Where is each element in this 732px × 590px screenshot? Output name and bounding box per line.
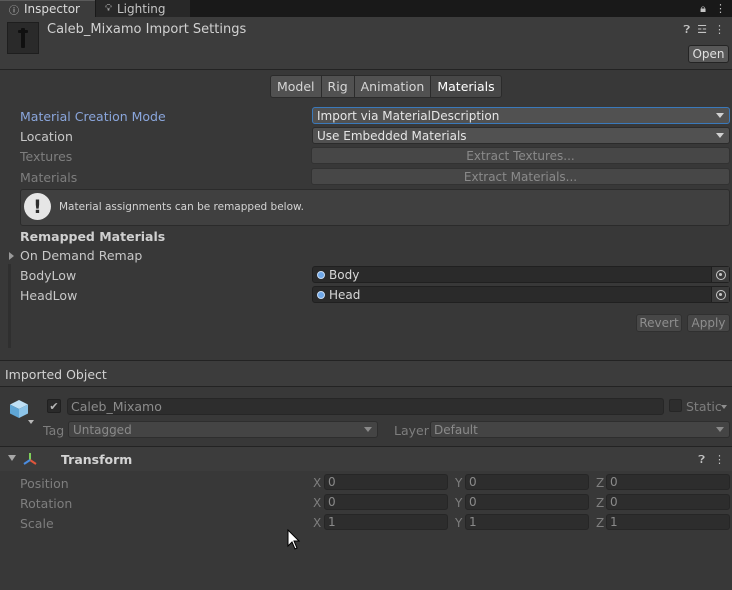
imported-object-title: Imported Object <box>5 367 107 382</box>
chevron-down-icon <box>364 427 372 432</box>
chevron-down-icon <box>716 427 724 432</box>
location-label: Location <box>20 129 73 144</box>
material-creation-mode-dropdown[interactable]: Import via MaterialDescription <box>312 107 730 124</box>
remap-field-body[interactable]: Body <box>312 266 730 283</box>
axis-z-label: Z <box>596 516 605 530</box>
header-controls: ❓︎ ☲ ⋮ <box>684 23 726 37</box>
tab-animation[interactable]: Animation <box>353 75 431 98</box>
rotation-z-field[interactable]: 0 <box>606 494 730 510</box>
axis-z-label: Z <box>596 476 605 490</box>
extract-textures-button[interactable]: Extract Textures... <box>311 147 730 164</box>
info-icon: ⓘ <box>9 5 19 17</box>
material-icon <box>317 271 325 279</box>
object-picker-icon[interactable] <box>711 267 729 282</box>
remapped-materials-heading: Remapped Materials <box>20 229 166 244</box>
position-x-field[interactable]: 0 <box>324 474 448 490</box>
tab-materials[interactable]: Materials <box>430 75 502 98</box>
mouse-cursor-icon <box>287 529 301 550</box>
tag-dropdown[interactable]: Untagged <box>68 421 378 438</box>
textures-label: Textures <box>20 149 73 164</box>
chevron-down-icon <box>716 133 724 138</box>
kebab-menu-icon[interactable]: ⋮ <box>714 23 725 37</box>
tab-lighting-label: Lighting <box>117 1 166 16</box>
object-picker-icon[interactable] <box>711 287 729 302</box>
tab-model[interactable]: Model <box>270 75 321 98</box>
transform-controls: ❓︎ ⋮ <box>698 453 725 467</box>
material-creation-mode-label: Material Creation Mode <box>20 109 166 124</box>
rotation-label: Rotation <box>20 496 73 511</box>
tab-inspector-label: Inspector <box>24 2 80 16</box>
transform-title: Transform <box>61 452 133 467</box>
window-tab-bar: ⓘ Inspector 💡︎ Lighting 🔒︎ ⋮ <box>0 0 732 17</box>
exclamation-icon: ! <box>24 193 51 220</box>
axis-y-label: Y <box>455 516 463 530</box>
tab-rig[interactable]: Rig <box>320 75 354 98</box>
kebab-menu-icon[interactable]: ⋮ <box>715 2 726 15</box>
remap-name-headlow: HeadLow <box>20 288 78 303</box>
page-title: Caleb_Mixamo Import Settings <box>47 22 247 37</box>
axis-x-label: X <box>313 496 322 510</box>
scale-label: Scale <box>20 516 54 531</box>
on-demand-remap-foldout[interactable]: On Demand Remap <box>9 248 142 263</box>
transform-axes-icon <box>23 453 37 465</box>
extract-materials-button[interactable]: Extract Materials... <box>311 168 730 185</box>
remap-field-head[interactable]: Head <box>312 286 730 303</box>
materials-label: Materials <box>20 170 78 185</box>
position-y-field[interactable]: 0 <box>465 474 589 490</box>
position-z-field[interactable]: 0 <box>606 474 730 490</box>
apply-button[interactable]: Apply <box>687 314 730 332</box>
chevron-down-icon <box>28 420 34 424</box>
on-demand-remap-label: On Demand Remap <box>20 248 143 263</box>
indent-bar <box>8 264 11 348</box>
location-dropdown[interactable]: Use Embedded Materials <box>312 127 730 144</box>
layer-dropdown[interactable]: Default <box>430 421 730 438</box>
scale-y-field[interactable]: 1 <box>465 514 589 530</box>
remap-value-head: Head <box>329 287 361 302</box>
help-icon[interactable]: ❓︎ <box>698 453 705 467</box>
scale-z-field[interactable]: 1 <box>606 514 730 530</box>
tab-lighting[interactable]: 💡︎ Lighting <box>96 0 190 17</box>
cube-icon[interactable] <box>8 398 30 420</box>
window-controls: 🔒︎ ⋮ <box>700 0 726 17</box>
remap-value-body: Body <box>329 267 360 282</box>
chevron-down-icon[interactable] <box>8 455 16 461</box>
scale-x-field[interactable]: 1 <box>324 514 448 530</box>
import-settings-tabs: Model Rig Animation Materials <box>270 75 502 98</box>
lightbulb-icon: 💡︎ <box>105 3 112 14</box>
axis-z-label: Z <box>596 496 605 510</box>
axis-x-label: X <box>313 476 322 490</box>
object-name-field[interactable]: Caleb_Mixamo <box>67 398 664 415</box>
position-label: Position <box>20 476 69 491</box>
chevron-right-icon <box>9 251 14 260</box>
help-icon[interactable]: ❓︎ <box>684 23 691 37</box>
tag-value: Untagged <box>73 422 132 437</box>
axis-x-label: X <box>313 516 322 530</box>
material-creation-mode-value: Import via MaterialDescription <box>317 108 500 123</box>
info-message: Material assignments can be remapped bel… <box>59 201 304 213</box>
revert-button[interactable]: Revert <box>636 314 682 332</box>
remap-name-bodylow: BodyLow <box>20 268 77 283</box>
presets-icon[interactable]: ☲ <box>697 23 707 37</box>
chevron-down-icon[interactable] <box>721 405 727 409</box>
rotation-y-field[interactable]: 0 <box>465 494 589 510</box>
axis-y-label: Y <box>455 476 463 490</box>
location-value: Use Embedded Materials <box>317 128 467 143</box>
model-asset-icon <box>7 22 39 54</box>
static-checkbox[interactable] <box>669 399 682 412</box>
open-button[interactable]: Open <box>688 45 729 63</box>
material-icon <box>317 291 325 299</box>
imported-object-header <box>0 361 732 387</box>
layer-label: Layer <box>394 423 429 438</box>
rotation-x-field[interactable]: 0 <box>324 494 448 510</box>
tab-inspector[interactable]: ⓘ Inspector <box>0 0 95 17</box>
kebab-menu-icon[interactable]: ⋮ <box>714 453 725 467</box>
lock-icon[interactable]: 🔒︎ <box>700 2 706 16</box>
tag-label: Tag <box>43 423 65 438</box>
static-label: Static <box>686 399 722 414</box>
active-checkbox[interactable]: ✔ <box>47 399 61 413</box>
axis-y-label: Y <box>455 496 463 510</box>
chevron-down-icon <box>716 113 724 118</box>
layer-value: Default <box>434 422 478 437</box>
